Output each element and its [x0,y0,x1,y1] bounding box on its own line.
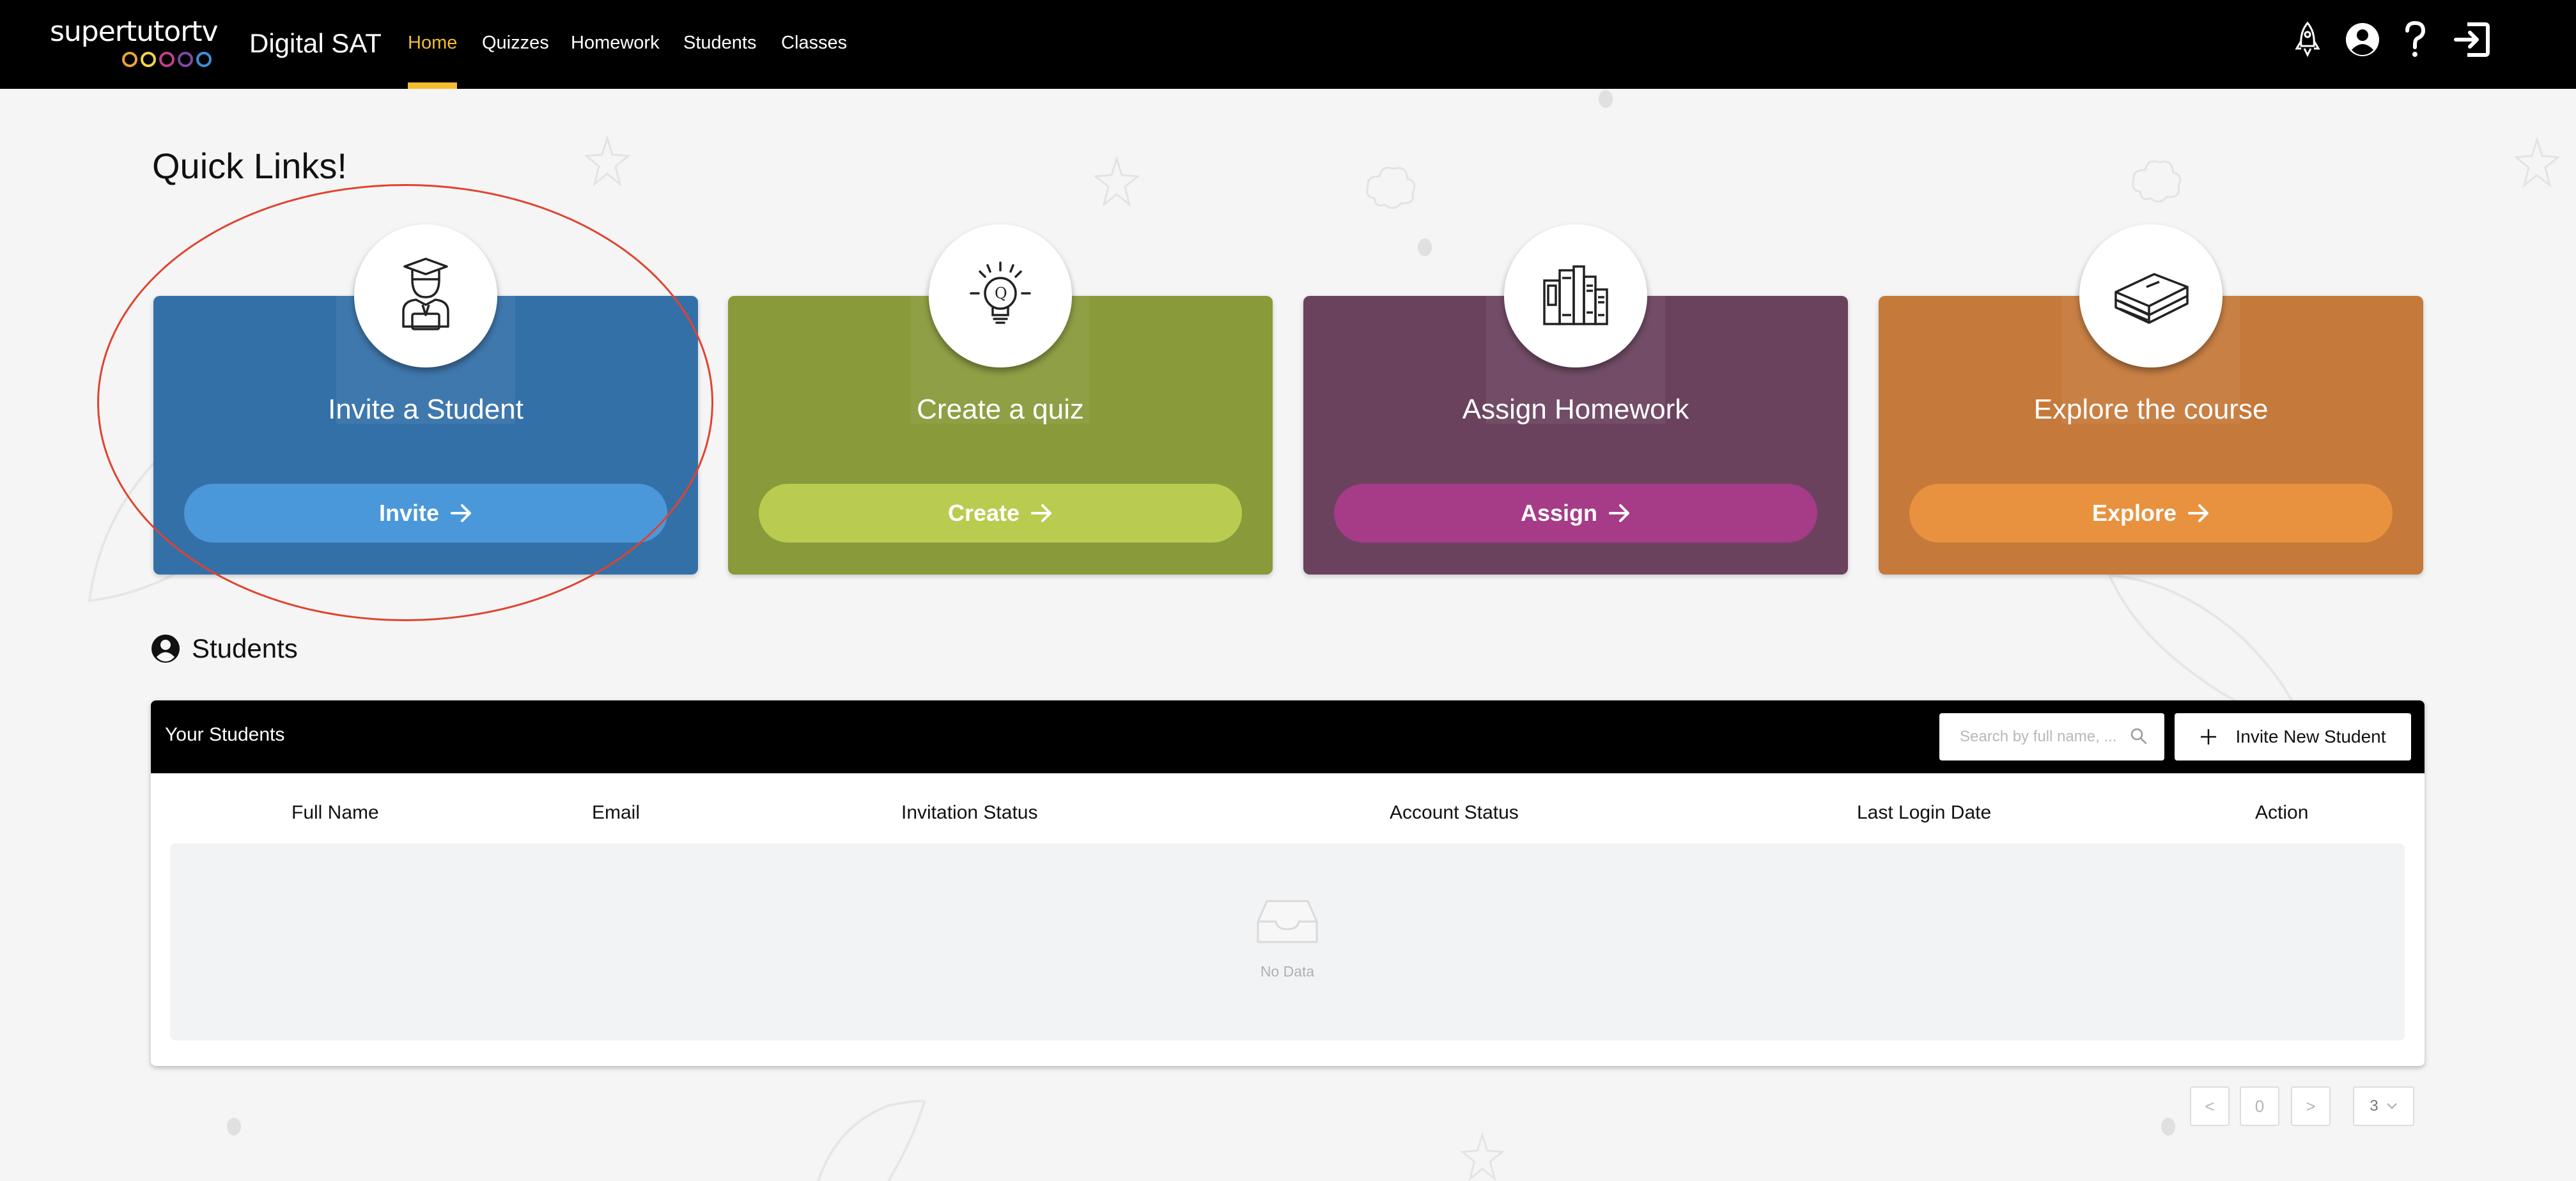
logout-icon[interactable] [2453,22,2490,61]
column-header-full-name[interactable]: Full Name [291,801,379,824]
column-header-invitation-status[interactable]: Invitation Status [901,801,1037,824]
background-dot-doodle [1598,89,1613,109]
background-dot-doodle [1417,238,1432,257]
plus-icon [2201,729,2217,745]
quick-links-heading: Quick Links! [152,146,347,186]
chevron-left-icon: < [2205,1096,2215,1116]
no-data-text: No Data [1260,963,1315,980]
book-stack-icon [2079,224,2223,367]
empty-inbox-icon [1257,900,1318,943]
nav-link-students[interactable]: Students [683,32,756,54]
arrow-right-icon [1609,504,1630,522]
background-cloud-doodle [1362,160,1419,217]
background-star-doodle [1094,156,1139,207]
create-button-label: Create [947,500,1020,526]
pagination-prev-button[interactable]: < [2190,1086,2230,1126]
background-dot-doodle [2161,1117,2176,1136]
logo-text: supertutortv [50,15,219,48]
background-star-doodle [585,135,630,187]
pagination-next-button[interactable]: > [2291,1086,2331,1126]
app-name: Digital SAT [249,28,382,58]
quick-link-card-create: Q Create a quiz Create [728,224,1273,575]
students-heading: Students [192,633,298,663]
column-header-account-status[interactable]: Account Status [1390,801,1519,824]
table-empty-state: No Data [170,844,2405,1040]
arrow-right-icon [2188,504,2209,522]
column-header-email[interactable]: Email [592,801,640,824]
quick-link-card-assign: Assign Homework Assign [1303,224,1848,575]
page-size-select[interactable]: 3 [2353,1086,2414,1126]
student-search [1939,713,2164,760]
quick-link-card-explore: Explore the course Explore [1879,224,2423,575]
logo-rings [122,52,212,67]
nav-link-classes[interactable]: Classes [781,32,847,54]
background-star-doodle [1460,1132,1505,1181]
nav-link-home[interactable]: Home [408,32,457,54]
svg-text:Q: Q [995,284,1007,302]
invite-new-student-button[interactable]: Invite New Student [2175,713,2411,760]
highlight-annotation-circle [97,184,713,621]
card-title: Explore the course [2033,394,2269,425]
rocket-icon[interactable] [2295,20,2320,62]
active-nav-indicator [408,82,457,89]
lightbulb-quiz-icon: Q [929,224,1072,367]
students-section-title: Students [151,633,298,665]
current-page-number: 0 [2254,1096,2265,1116]
user-circle-icon [151,635,180,663]
help-icon[interactable] [2402,20,2428,62]
explore-button[interactable]: Explore [1909,484,2393,543]
pagination-page-number[interactable]: 0 [2240,1086,2279,1126]
top-navigation-bar: supertutortv Digital SAT Home Quizzes Ho… [0,0,2576,89]
background-dot-doodle [226,1117,242,1136]
chevron-down-icon [2386,1103,2397,1109]
nav-link-quizzes[interactable]: Quizzes [482,32,549,54]
books-icon [1504,224,1647,367]
supertutortv-logo[interactable]: supertutortv [50,15,219,67]
assign-button-label: Assign [1520,500,1598,526]
background-star-doodle [2515,137,2559,188]
table-title: Your Students [165,724,285,745]
invite-new-student-label: Invite New Student [2235,727,2386,746]
table-toolbar: Your Students Invite New Student [151,700,2425,773]
card-title: Assign Homework [1462,394,1689,425]
search-icon[interactable] [2130,727,2148,745]
column-header-last-login-date[interactable]: Last Login Date [1857,801,1991,824]
students-table: Your Students Invite New Student Full Na… [151,700,2425,1066]
column-header-action[interactable]: Action [2255,801,2308,824]
explore-button-label: Explore [2091,500,2177,526]
chevron-right-icon: > [2306,1096,2316,1116]
background-rocket-doodle [812,1099,927,1181]
nav-link-homework[interactable]: Homework [571,32,660,54]
background-cloud-doodle [2127,153,2185,211]
arrow-right-icon [1031,504,1052,522]
card-title: Create a quiz [917,394,1084,425]
page-size-value: 3 [2370,1097,2378,1115]
assign-button[interactable]: Assign [1334,484,1817,543]
user-account-icon[interactable] [2345,22,2380,61]
create-button[interactable]: Create [759,484,1242,543]
